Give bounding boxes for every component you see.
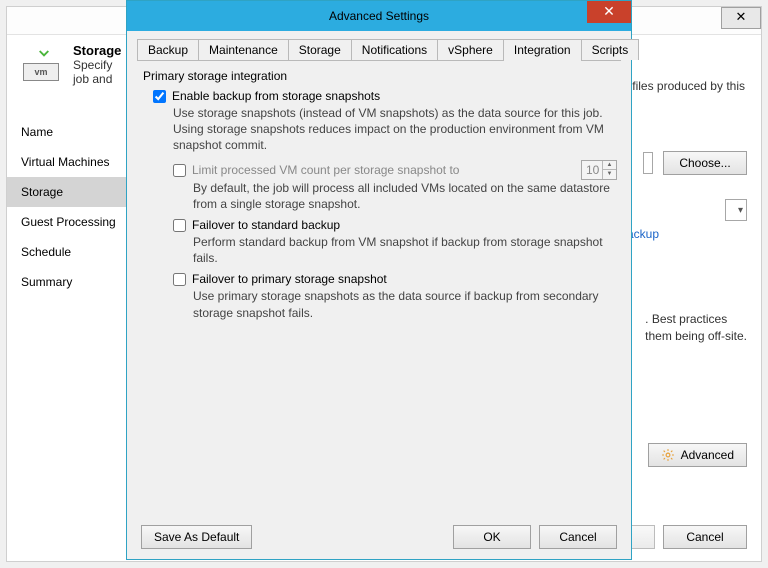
- failover-standard-label: Failover to standard backup: [192, 218, 340, 232]
- advanced-settings-dialog: Advanced Settings ✕ Backup Maintenance S…: [126, 0, 632, 560]
- repo-combo-fragment[interactable]: ▾: [725, 199, 747, 221]
- back-close-button[interactable]: ✕: [721, 7, 761, 29]
- back-cancel-button[interactable]: Cancel: [663, 525, 747, 549]
- primary-storage-group: Primary storage integration Enable backu…: [141, 69, 617, 321]
- back-step-sub2: job and: [73, 72, 121, 86]
- enable-snapshots-row[interactable]: Enable backup from storage snapshots: [153, 89, 617, 103]
- enable-snapshots-checkbox[interactable]: [153, 90, 166, 103]
- dialog-close-button[interactable]: ✕: [587, 1, 631, 23]
- enable-snapshots-desc: Use storage snapshots (instead of VM sna…: [173, 105, 617, 154]
- tab-scripts[interactable]: Scripts: [581, 39, 640, 60]
- back-step-sub-right: up files produced by this: [616, 79, 745, 93]
- best-practice-text-2: them being off-site.: [645, 328, 747, 345]
- back-step-title: Storage: [73, 43, 121, 58]
- limit-vm-spinner[interactable]: 10 ▲▼: [581, 160, 617, 180]
- enable-snapshots-label: Enable backup from storage snapshots: [172, 89, 380, 103]
- save-as-default-button[interactable]: Save As Default: [141, 525, 252, 549]
- proxy-field-fragment[interactable]: [643, 152, 653, 174]
- tab-integration[interactable]: Integration: [503, 39, 582, 60]
- tab-backup[interactable]: Backup: [137, 39, 199, 60]
- dialog-cancel-button[interactable]: Cancel: [539, 525, 617, 549]
- best-practice-text-1: . Best practices: [645, 311, 747, 328]
- back-step-sub1: Specify: [73, 58, 121, 72]
- failover-primary-desc: Use primary storage snapshots as the dat…: [193, 288, 617, 320]
- failover-standard-desc: Perform standard backup from VM snapshot…: [193, 234, 617, 266]
- failover-primary-row[interactable]: Failover to primary storage snapshot: [173, 272, 617, 286]
- dialog-titlebar: Advanced Settings ✕: [127, 1, 631, 31]
- limit-vm-value: 10: [586, 163, 599, 177]
- storage-step-icon: vm: [23, 43, 63, 83]
- advanced-button-label: Advanced: [681, 448, 734, 462]
- ok-button[interactable]: OK: [453, 525, 531, 549]
- chevron-down-icon: ▾: [738, 205, 743, 216]
- failover-standard-row[interactable]: Failover to standard backup: [173, 218, 617, 232]
- failover-primary-label: Failover to primary storage snapshot: [192, 272, 387, 286]
- advanced-button[interactable]: Advanced: [648, 443, 747, 467]
- choose-button[interactable]: Choose...: [663, 151, 747, 175]
- tab-vsphere[interactable]: vSphere: [437, 39, 504, 60]
- tab-maintenance[interactable]: Maintenance: [198, 39, 289, 60]
- failover-primary-checkbox[interactable]: [173, 273, 186, 286]
- tab-storage[interactable]: Storage: [288, 39, 352, 60]
- limit-vm-checkbox[interactable]: [173, 164, 186, 177]
- tabs: Backup Maintenance Storage Notifications…: [137, 39, 621, 61]
- dialog-footer: Save As Default OK Cancel: [127, 525, 631, 549]
- failover-standard-checkbox[interactable]: [173, 219, 186, 232]
- limit-vm-label: Limit processed VM count per storage sna…: [192, 163, 459, 177]
- limit-vm-desc: By default, the job will process all inc…: [193, 180, 617, 212]
- limit-vm-row: Limit processed VM count per storage sna…: [173, 160, 617, 180]
- group-title: Primary storage integration: [143, 69, 617, 83]
- gear-icon: [661, 448, 675, 462]
- tab-notifications[interactable]: Notifications: [351, 39, 438, 60]
- spinner-arrows-icon[interactable]: ▲▼: [602, 161, 616, 179]
- dialog-title: Advanced Settings: [329, 9, 429, 23]
